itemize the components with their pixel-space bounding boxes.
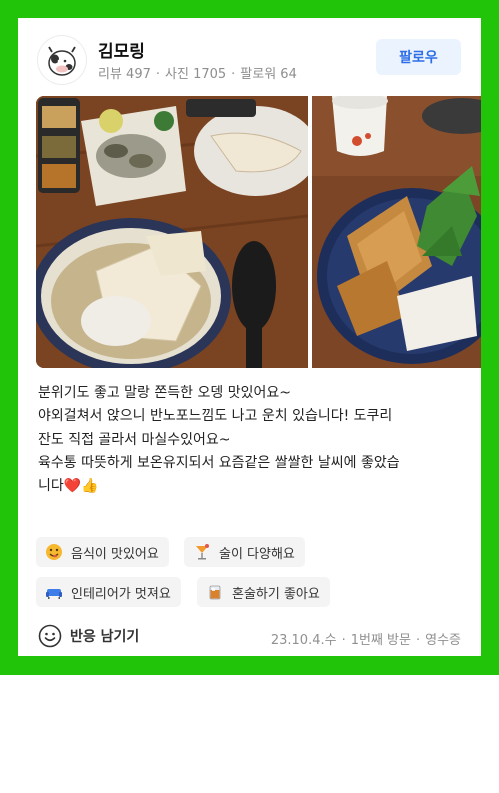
avatar[interactable]: [38, 36, 86, 84]
follow-button[interactable]: 팔로우: [376, 39, 461, 75]
visit-count: 1번째 방문: [350, 633, 411, 648]
review-photo-2[interactable]: [312, 96, 481, 368]
photo-count: 사진 1705: [165, 67, 227, 82]
react-button[interactable]: 반응 남기기: [38, 624, 139, 648]
food-photo-fishcake-image: [312, 96, 481, 368]
visit-date: 23.10.4.수: [270, 633, 337, 648]
tag-food-tasty: 음식이 맛있어요: [36, 537, 169, 567]
food-photo-oden-image: [36, 96, 308, 368]
sofa-icon: [45, 583, 63, 601]
smile-icon: [38, 624, 62, 648]
react-label: 반응 남기기: [70, 629, 140, 645]
review-card: 김모링 리뷰 497 · 사진 1705 · 팔로워 64 팔로우 분위기도 좋…: [18, 18, 481, 656]
tag-label: 술이 다양해요: [219, 546, 295, 562]
drink-glass-icon: [206, 583, 224, 601]
review-photo-1[interactable]: [36, 96, 308, 368]
username[interactable]: 김모링: [98, 37, 145, 62]
review-text: 분위기도 좋고 말랑 쫀득한 오뎅 맛있어요~ 야외걸쳐서 앉으니 반노포느낌도…: [38, 385, 400, 495]
tag-interior-nice: 인테리어가 멋져요: [36, 577, 181, 607]
tag-label: 인테리어가 멋져요: [71, 586, 171, 602]
receipt-label[interactable]: 영수증: [425, 633, 461, 648]
yummy-face-icon: [45, 543, 63, 561]
tag-label: 음식이 맛있어요: [71, 546, 159, 562]
tag-solo-drinking: 혼술하기 좋아요: [197, 577, 330, 607]
tag-label: 혼술하기 좋아요: [232, 586, 320, 602]
user-stats: 리뷰 497 · 사진 1705 · 팔로워 64: [98, 67, 297, 82]
follower-count: 팔로워 64: [240, 67, 297, 82]
review-count: 리뷰 497: [98, 67, 151, 82]
tag-drinks-variety: 술이 다양해요: [184, 537, 305, 567]
cocktail-icon: [193, 543, 211, 561]
visit-meta: 23.10.4.수 · 1번째 방문 · 영수증: [270, 633, 461, 648]
cow-avatar-icon: [48, 46, 76, 76]
